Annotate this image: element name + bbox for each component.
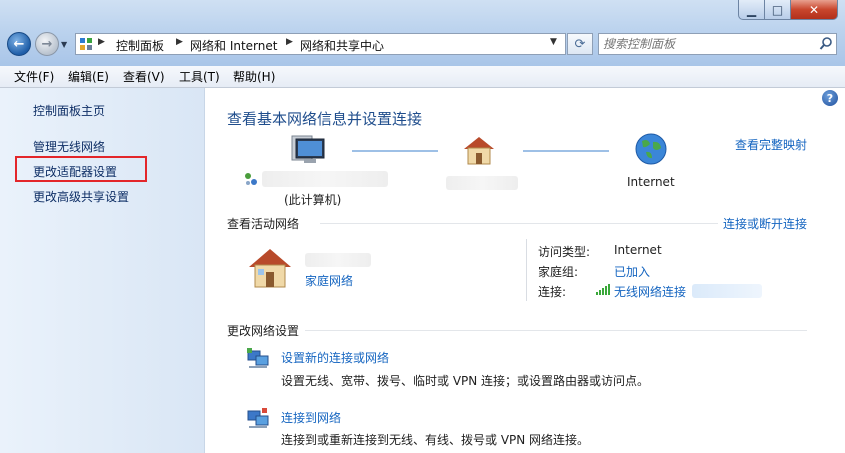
search-box[interactable] (598, 33, 837, 55)
forward-arrow-icon: → (41, 36, 53, 52)
home-network-link[interactable]: 家庭网络 (305, 272, 353, 289)
vertical-divider (526, 239, 527, 301)
minimize-button[interactable]: ▁ (738, 0, 765, 20)
address-dropdown-icon[interactable]: ▼ (550, 37, 557, 47)
setup-new-connection-description: 设置无线、宽带、拨号、临时或 VPN 连接；或设置路由器或访问点。 (281, 374, 650, 388)
redacted-ssid (692, 284, 762, 298)
section-divider (305, 330, 807, 331)
breadcrumb-separator-icon[interactable]: ▶ (98, 37, 105, 47)
internet-label: Internet (627, 175, 675, 189)
redacted-network-name (305, 253, 371, 267)
sidebar-item-control-panel-home[interactable]: 控制面板主页 (33, 102, 105, 119)
access-type-label: 访问类型: (538, 245, 591, 259)
network-setup-icon[interactable] (246, 347, 270, 369)
signal-icon (596, 284, 610, 295)
search-input[interactable] (603, 36, 811, 52)
control-panel-icon (80, 38, 92, 50)
breadcrumb-separator-icon[interactable]: ▶ (286, 37, 293, 47)
house-icon[interactable] (461, 134, 497, 166)
connect-to-network-link[interactable]: 连接到网络 (281, 409, 341, 426)
menu-view[interactable]: 查看(V) (123, 68, 165, 85)
close-button[interactable]: ✕ (791, 0, 838, 20)
breadcrumb-network-sharing-center[interactable]: 网络和共享中心 (300, 37, 384, 54)
wireless-connection-link[interactable]: 无线网络连接 (614, 283, 686, 300)
change-settings-header: 更改网络设置 (227, 324, 300, 338)
menu-edit[interactable]: 编辑(E) (68, 68, 109, 85)
breadcrumb-network-internet[interactable]: 网络和 Internet (190, 37, 277, 54)
connect-disconnect-link[interactable]: 连接或断开连接 (723, 215, 807, 232)
computer-icon[interactable] (290, 134, 328, 168)
globe-icon[interactable] (634, 132, 668, 166)
homegroup-joined-link[interactable]: 已加入 (614, 263, 650, 280)
connect-icon[interactable] (246, 407, 270, 429)
connection-line (352, 150, 438, 152)
menu-bar: 文件(F) 编辑(E) 查看(V) 工具(T) 帮助(H) (0, 66, 845, 88)
setup-new-connection-link[interactable]: 设置新的连接或网络 (281, 349, 389, 366)
home-network-house-icon (249, 249, 291, 288)
menu-help[interactable]: 帮助(H) (233, 68, 275, 85)
refresh-button[interactable]: ⟳ (567, 33, 593, 55)
recent-pages-dropdown[interactable]: ▼ (61, 40, 67, 49)
maximize-button[interactable]: □ (765, 0, 791, 20)
forward-button[interactable]: → (35, 32, 59, 56)
breadcrumb-separator-icon[interactable]: ▶ (176, 37, 183, 47)
connect-to-network-description: 连接到或重新连接到无线、有线、拨号或 VPN 网络连接。 (281, 433, 590, 447)
highlight-box (15, 156, 147, 182)
back-button[interactable]: ← (7, 32, 31, 56)
section-divider (320, 223, 718, 224)
connections-label: 连接: (538, 285, 567, 299)
sidebar-item-manage-wireless[interactable]: 管理无线网络 (33, 138, 105, 155)
menu-tools[interactable]: 工具(T) (179, 68, 220, 85)
sidebar-item-advanced-sharing[interactable]: 更改高级共享设置 (33, 188, 129, 205)
redacted-network-name (446, 176, 518, 190)
menu-file[interactable]: 文件(F) (14, 68, 54, 85)
page-title: 查看基本网络信息并设置连接 (227, 110, 423, 128)
access-type-value: Internet (614, 243, 662, 257)
refresh-icon: ⟳ (574, 36, 586, 52)
help-icon[interactable]: ? (822, 90, 838, 106)
connection-line (523, 150, 609, 152)
active-networks-header: 查看活动网络 (227, 217, 300, 231)
this-computer-label: (此计算机) (284, 193, 342, 207)
address-bar[interactable]: ▶ 控制面板 ▶ 网络和 Internet ▶ 网络和共享中心 ▼ (75, 33, 566, 55)
network-adapter-icon (245, 173, 257, 185)
redacted-computer-name (262, 171, 388, 187)
see-full-map-link[interactable]: 查看完整映射 (735, 136, 807, 153)
back-arrow-icon: ← (13, 36, 25, 52)
search-icon[interactable] (819, 36, 833, 52)
breadcrumb-control-panel[interactable]: 控制面板 (116, 37, 164, 54)
homegroup-label: 家庭组: (538, 265, 579, 279)
